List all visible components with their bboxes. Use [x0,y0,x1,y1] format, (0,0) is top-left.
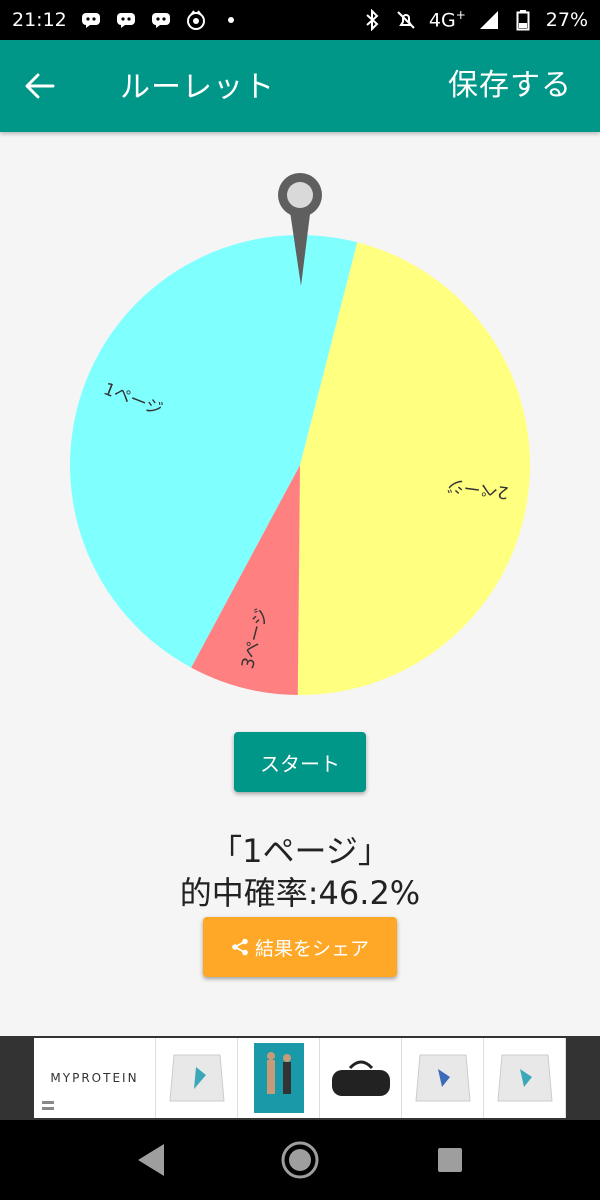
battery-icon [512,9,534,31]
ad-product-image[interactable] [484,1038,566,1118]
save-button[interactable]: 保存する [448,60,572,104]
result-name: 「1ページ」 [210,832,390,870]
nav-recent-apps-icon[interactable] [437,1147,463,1173]
ad-menu-icon[interactable] [42,1101,54,1110]
discord-notification-icon [115,9,137,31]
discord-notification-icon [150,9,172,31]
signal-icon [478,9,500,31]
back-button[interactable] [20,66,60,106]
bluetooth-icon [361,8,383,31]
ad-product-image[interactable] [320,1038,402,1118]
share-icon [232,938,248,956]
ad-product-image[interactable] [156,1038,238,1118]
ad-brand-name: MYPROTEIN [50,1071,139,1085]
share-result-button[interactable]: 結果をシェア [203,917,397,977]
nav-back-icon[interactable] [134,1142,168,1178]
do-not-disturb-off-icon [395,9,417,31]
ad-content[interactable]: MYPROTEIN [34,1038,566,1118]
app-notification-icon [185,9,207,31]
discord-notification-icon [80,9,102,31]
app-bar: ルーレット 保存する [0,40,600,132]
ad-brand-logo[interactable]: MYPROTEIN [34,1038,156,1118]
ad-banner[interactable]: MYPROTEIN [0,1036,600,1120]
arrow-left-icon [25,73,55,99]
nav-home-icon[interactable] [280,1140,320,1180]
network-type: 4G+ [428,8,466,32]
status-bar: 21:12 4G+ 27% [0,0,600,40]
roulette-wheel[interactable]: 2ページ3ページ1ページ [0,160,600,720]
ad-product-image[interactable] [402,1038,484,1118]
status-time: 21:12 [12,9,67,31]
share-label: 結果をシェア [254,937,369,960]
ad-product-image[interactable] [238,1038,320,1118]
start-button[interactable]: スタート [234,732,366,792]
more-notifications-dot-icon [220,9,242,31]
result-probability: 的中確率:46.2% [179,874,421,912]
page-title: ルーレット [120,70,275,105]
battery-level: 27% [545,8,588,31]
system-nav-bar [0,1120,600,1200]
